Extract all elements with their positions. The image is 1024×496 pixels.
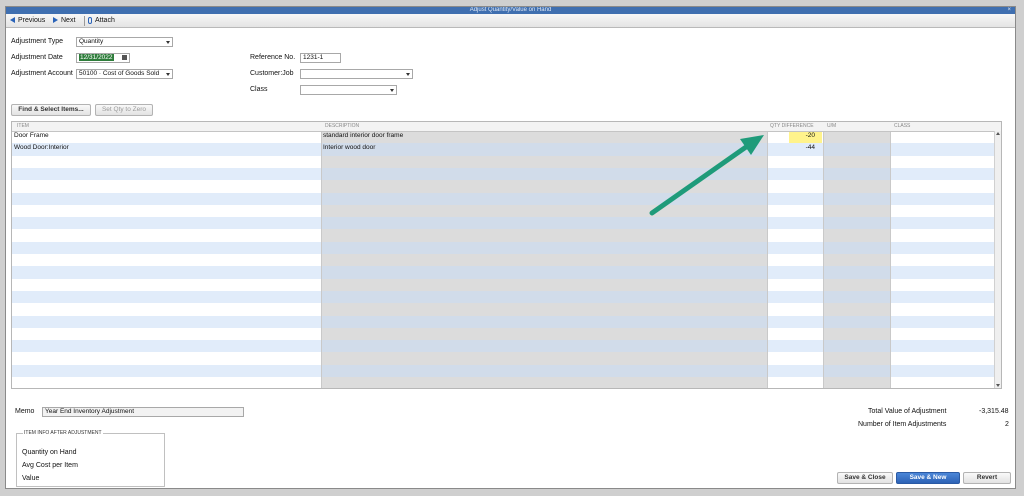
scroll-up-icon[interactable] [996,132,1000,135]
table-row[interactable] [12,254,997,266]
table-row[interactable]: Door Frame standard interior door frame -2… [12,131,997,143]
table-row[interactable] [12,205,997,217]
adjustment-type-select[interactable]: Quantity [76,37,173,47]
chevron-down-icon [166,41,170,44]
scroll-down-icon[interactable] [996,384,1000,387]
save-close-button[interactable]: Save & Close [837,472,893,484]
class-select[interactable] [300,85,397,95]
table-row[interactable] [12,229,997,241]
adjustment-account-select[interactable]: 50100 · Cost of Goods Sold [76,69,173,79]
adjustment-account-label: Adjustment Account [11,70,73,77]
num-adjustments: 2 [1005,421,1009,428]
item-info-box: ITEM INFO AFTER ADJUSTMENT Quantity on H… [16,430,165,487]
col-header-qty-difference[interactable]: QTY DIFFERENCE [770,123,814,129]
table-row[interactable] [12,290,997,304]
close-icon[interactable]: × [1007,7,1011,14]
save-new-button[interactable]: Save & New [896,472,960,484]
table-row[interactable] [12,315,997,328]
toolbar-separator [84,16,85,26]
avg-cost-label: Avg Cost per Item [22,462,78,469]
qty-cell[interactable]: -44 [806,144,815,151]
items-grid: Door Frame standard interior door frame -2… [11,121,1002,389]
col-header-item[interactable]: ITEM [17,123,29,129]
class-label: Class [250,86,268,93]
reference-no-field[interactable]: 1231-1 [300,53,341,63]
adjustment-type-label: Adjustment Type [11,38,64,45]
grid-header: ITEM DESCRIPTION QTY DIFFERENCE U/M CLAS… [12,122,1001,132]
grid-scrollbar[interactable] [994,131,1001,388]
title-bar: Adjust Quantity/Value on Hand × [6,7,1015,14]
table-row[interactable] [12,340,997,353]
table-row[interactable] [12,167,997,181]
table-row[interactable] [12,352,997,364]
description-cell[interactable]: Interior wood door [323,144,375,151]
table-row[interactable] [12,217,997,230]
column-divider [321,122,322,388]
table-row[interactable] [12,241,997,254]
quantity-on-hand-label: Quantity on Hand [22,449,77,456]
adjustment-date-field[interactable]: 12/31/2022 [76,53,130,63]
item-cell[interactable]: Wood Door:Interior [14,144,69,151]
column-divider [823,122,824,388]
col-header-um[interactable]: U/M [827,123,836,129]
reference-no-label: Reference No. [250,54,296,61]
customer-job-label: Customer:Job [250,70,294,77]
table-row[interactable] [12,266,997,279]
customer-job-select[interactable] [300,69,413,79]
chevron-down-icon [166,73,170,76]
item-cell[interactable]: Door Frame [14,132,49,139]
memo-field[interactable]: Year End Inventory Adjustment [42,407,244,417]
table-row[interactable] [12,377,997,388]
column-divider [767,122,768,388]
table-row[interactable] [12,279,997,291]
adjustment-date-label: Adjustment Date [11,54,63,61]
table-row[interactable] [12,303,997,315]
right-arrow-icon [53,17,58,24]
qty-cell[interactable]: -20 [806,132,815,139]
description-cell[interactable]: standard interior door frame [323,132,403,139]
toolbar: Previous Next Attach [6,14,1015,28]
previous-button[interactable]: Previous [10,16,45,26]
table-row[interactable]: Wood Door:Interior Interior wood door -44 [12,143,997,156]
num-adjustments-label: Number of Item Adjustments [858,421,947,428]
total-value: -3,315.48 [979,408,1009,415]
col-header-description[interactable]: DESCRIPTION [325,123,359,129]
adjust-quantity-window: Adjust Quantity/Value on Hand × Previous… [5,6,1016,489]
calendar-icon[interactable] [122,55,127,60]
chevron-down-icon [406,73,410,76]
table-row[interactable] [12,180,997,192]
total-value-label: Total Value of Adjustment [868,408,947,415]
col-header-class[interactable]: CLASS [894,123,910,129]
table-row[interactable] [12,364,997,377]
item-info-title: ITEM INFO AFTER ADJUSTMENT [23,430,103,436]
chevron-down-icon [390,89,394,92]
table-row[interactable] [12,156,997,168]
memo-label: Memo [15,408,35,415]
column-divider [890,122,891,388]
attach-button[interactable]: Attach [88,16,115,26]
next-button[interactable]: Next [53,16,75,26]
revert-button[interactable]: Revert [963,472,1011,484]
find-select-items-button[interactable]: Find & Select Items... [11,104,91,116]
left-arrow-icon [10,17,15,24]
table-row[interactable] [12,192,997,205]
set-qty-to-zero-button[interactable]: Set Qty to Zero [95,104,153,116]
window-title: Adjust Quantity/Value on Hand [469,7,552,13]
table-row[interactable] [12,328,997,340]
paperclip-icon [88,16,92,24]
value-label: Value [22,475,40,482]
